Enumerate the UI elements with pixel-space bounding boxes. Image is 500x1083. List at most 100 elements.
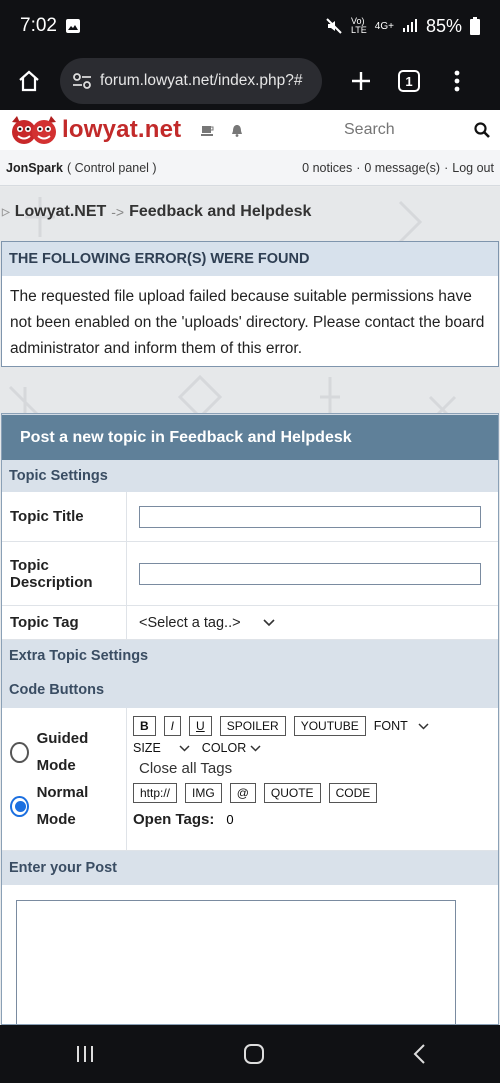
bold-button[interactable]: B [133, 716, 156, 736]
separator-dot: · [444, 160, 449, 175]
enter-post-heading: Enter your Post [2, 851, 498, 885]
topic-tag-select[interactable]: <Select a tag..> [139, 615, 275, 631]
topic-description-label: Topic Description [2, 542, 127, 605]
search-icon[interactable] [474, 122, 490, 138]
img-button[interactable]: IMG [185, 783, 222, 803]
mention-button[interactable]: @ [229, 783, 256, 803]
code-button[interactable]: CODE [328, 783, 378, 803]
topic-description-input[interactable] [139, 562, 481, 585]
topic-tag-selected: <Select a tag..> [139, 614, 241, 631]
spoiler-button[interactable]: SPOILER [219, 716, 286, 736]
post-body-textarea[interactable] [16, 900, 456, 1024]
brand-name: lowyat.net [62, 116, 182, 143]
tab-switcher-button[interactable]: 1 [392, 64, 426, 98]
user-bar: JonSpark ( Control panel ) 0 notices · 0… [0, 150, 500, 186]
color-select[interactable]: COLOR [202, 741, 261, 755]
error-box: THE FOLLOWING ERROR(S) WERE FOUND The re… [1, 241, 499, 367]
open-tags-count [224, 808, 283, 830]
font-select[interactable]: FONT [374, 719, 429, 733]
tab-count: 1 [398, 70, 420, 92]
url-text: forum.lowyat.net/index.php?# [100, 72, 303, 89]
underline-button[interactable]: U [189, 716, 212, 736]
youtube-button[interactable]: YOUTUBE [293, 716, 366, 736]
topic-tag-row: Topic Tag <Select a tag..> [2, 606, 498, 640]
breadcrumb-separator: -> [111, 204, 125, 220]
site-logo[interactable]: lowyat.net [10, 114, 181, 146]
browser-menu-button[interactable] [440, 64, 474, 98]
header-icons [201, 124, 243, 137]
breadcrumb-home[interactable]: Lowyat.NET [15, 203, 107, 221]
gallery-icon [65, 19, 80, 33]
breadcrumb-current[interactable]: Feedback and Helpdesk [129, 203, 311, 221]
open-tags: Open Tags: [133, 808, 429, 830]
forum-header: lowyat.net [0, 110, 500, 150]
mode-selector: Guided Mode Normal Mode [2, 708, 127, 850]
new-tab-button[interactable] [344, 64, 378, 98]
devil-mascot-icon [12, 116, 56, 144]
site-settings-icon [73, 73, 91, 89]
quote-button[interactable]: QUOTE [263, 783, 321, 803]
logout-link[interactable]: Log out [452, 161, 494, 175]
guided-mode-option[interactable]: Guided Mode [10, 725, 118, 779]
code-buttons-heading: Code Buttons [2, 673, 498, 708]
breadcrumb-arrow-icon: ▷ [2, 206, 10, 218]
battery-icon [470, 17, 480, 35]
normal-mode-radio[interactable] [10, 795, 29, 817]
separator-dot: · [356, 160, 361, 175]
notices-link[interactable]: 0 notices [302, 161, 352, 175]
topic-description-row: Topic Description [2, 542, 498, 606]
home-nav-icon[interactable] [243, 1043, 265, 1065]
control-panel-link[interactable]: ( Control panel ) [67, 161, 157, 175]
messages-link[interactable]: 0 message(s) [364, 161, 440, 175]
bell-icon[interactable] [231, 124, 243, 137]
size-select[interactable]: SIZE [133, 741, 190, 755]
font-select-label: FONT [373, 719, 408, 733]
search-box [344, 121, 490, 139]
close-all-tags-link[interactable]: Close all Tags [139, 760, 429, 777]
chevron-down-icon [418, 722, 429, 730]
post-form-title: Post a new topic in Feedback and Helpdes… [2, 414, 498, 460]
system-nav-bar [0, 1025, 500, 1083]
http-button[interactable]: http:// [133, 783, 178, 803]
guided-mode-label: Guided Mode [36, 730, 89, 774]
extra-settings-heading: Extra Topic Settings [2, 640, 498, 673]
browser-toolbar: forum.lowyat.net/index.php?# 1 [0, 52, 500, 110]
search-input[interactable] [344, 121, 434, 139]
size-select-label: SIZE [133, 741, 161, 755]
url-field[interactable]: forum.lowyat.net/index.php?# [60, 58, 322, 104]
code-buttons-row: Guided Mode Normal Mode B I U SPOILER YO… [2, 708, 498, 851]
recent-apps-icon[interactable] [74, 1044, 96, 1064]
topic-settings-heading: Topic Settings [2, 460, 498, 492]
mute-icon [326, 18, 342, 34]
topic-title-row: Topic Title [2, 492, 498, 542]
post-form: Post a new topic in Feedback and Helpdes… [1, 413, 499, 1025]
breadcrumb: ▷ Lowyat.NET -> Feedback and Helpdesk [2, 203, 311, 221]
open-tags-label: Open Tags: [133, 810, 215, 828]
back-icon[interactable] [412, 1043, 426, 1065]
home-icon [19, 70, 39, 92]
normal-mode-option[interactable]: Normal Mode [10, 779, 118, 833]
username-link[interactable]: JonSpark [6, 161, 63, 175]
color-select-label: COLOR [201, 741, 247, 755]
error-title: THE FOLLOWING ERROR(S) WERE FOUND [2, 242, 498, 276]
chevron-down-icon [179, 744, 190, 752]
coffee-icon[interactable] [201, 124, 215, 136]
signal-icon [402, 19, 417, 32]
topic-title-input[interactable] [139, 505, 481, 528]
italic-button[interactable]: I [163, 716, 182, 736]
more-vert-icon [454, 70, 460, 92]
status-bar: 7:02 Vo) LTE 4G+ 85% [0, 0, 500, 52]
network-label: 4G+ [374, 20, 394, 32]
status-time: 7:02 [20, 15, 57, 36]
chevron-down-icon [263, 618, 275, 626]
topic-title-label: Topic Title [2, 492, 127, 541]
chevron-down-icon [250, 744, 261, 752]
code-button-panel: B I U SPOILER YOUTUBE FONT SIZE COLOR Cl… [127, 708, 435, 850]
battery-percent: 85% [425, 15, 462, 36]
home-button[interactable] [12, 64, 46, 98]
error-message: The requested file upload failed because… [10, 288, 485, 357]
volte-icon: Vo) LTE [350, 16, 367, 35]
guided-mode-radio[interactable] [10, 741, 29, 763]
topic-tag-label: Topic Tag [2, 606, 127, 639]
plus-icon [352, 72, 370, 90]
